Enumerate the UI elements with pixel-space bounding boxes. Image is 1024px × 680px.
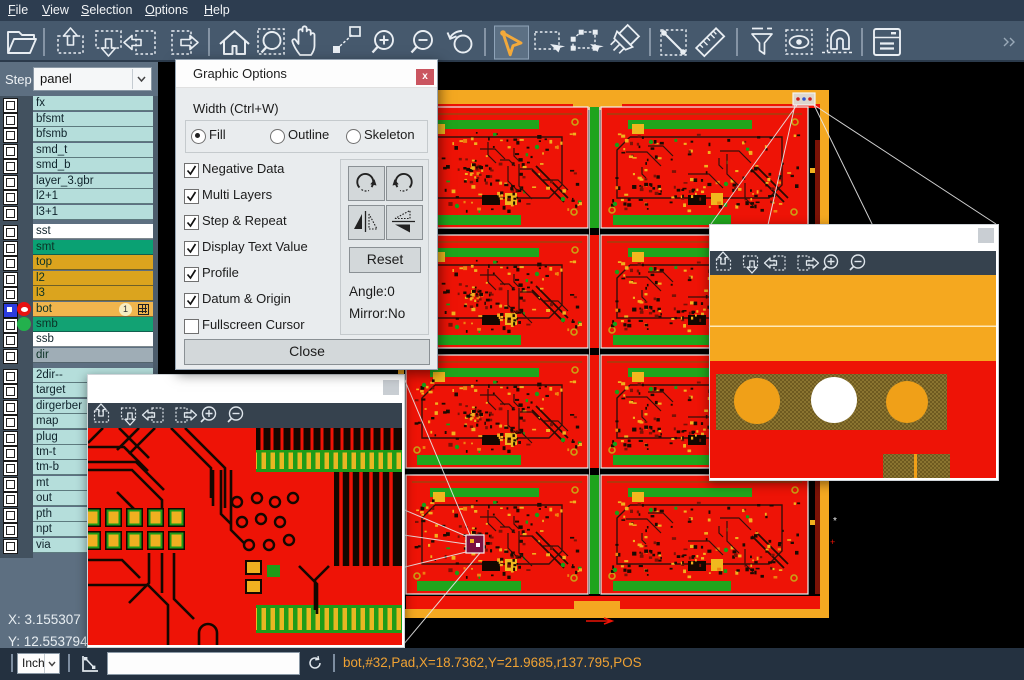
svg-text:*: *	[833, 516, 837, 527]
svg-text:+: +	[830, 537, 835, 547]
